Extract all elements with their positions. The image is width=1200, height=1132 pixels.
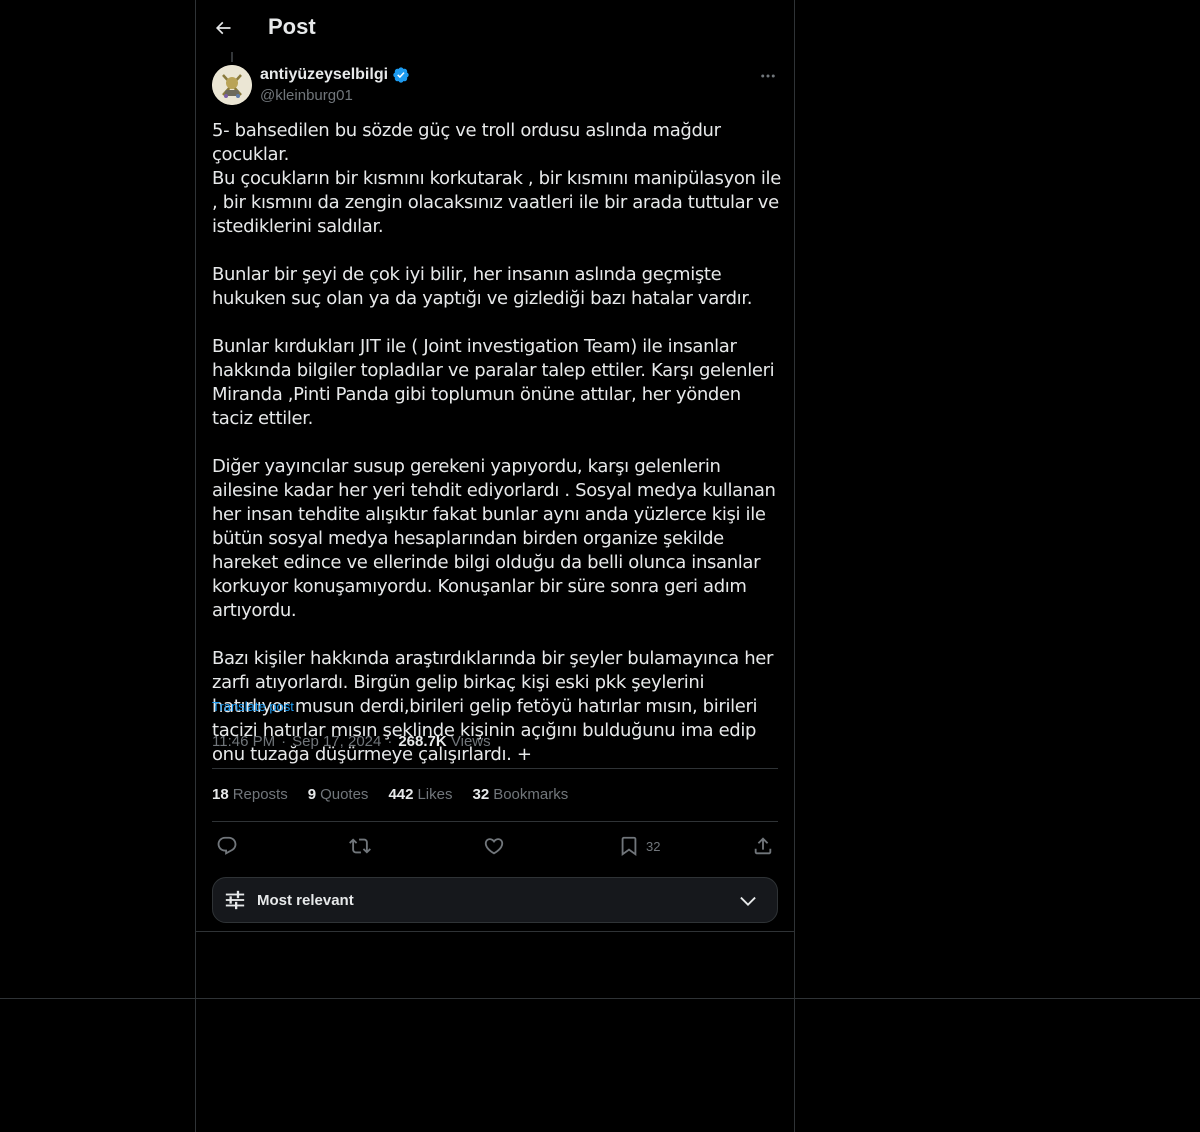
quotes-stat[interactable]: 9 Quotes: [308, 785, 369, 805]
post-paragraph: 5- bahsedilen bu sözde güç ve troll ordu…: [212, 120, 781, 237]
bookmark-icon: [618, 835, 640, 857]
thread-connector-line: [231, 52, 233, 62]
post-meta: 11:46 PM · Sep 17, 2024 · 268.7K Views: [212, 732, 491, 752]
repost-icon: [349, 835, 371, 857]
post-time[interactable]: 11:46 PM: [212, 732, 275, 752]
display-name: antiyüzeyselbilgi: [260, 66, 389, 83]
share-button[interactable]: [752, 834, 774, 858]
share-icon: [752, 835, 774, 857]
bookmarks-label: Bookmarks: [493, 786, 569, 803]
translate-post-link[interactable]: Translate post: [212, 698, 294, 716]
likes-count: 442: [388, 786, 414, 803]
separator-dot: ·: [281, 733, 287, 750]
arrow-left-icon: [213, 18, 233, 38]
views[interactable]: 268.7K Views: [398, 732, 490, 752]
reply-icon: [216, 835, 238, 857]
divider: [212, 768, 778, 769]
reposts-count: 18: [212, 786, 229, 803]
reposts-stat[interactable]: 18 Reposts: [212, 785, 288, 805]
views-label: Views: [450, 733, 491, 750]
author-handle[interactable]: @kleinburg01: [260, 87, 353, 105]
page: Post antiyüzeyselbilgi @kleinburg01 5- b…: [0, 0, 1200, 1132]
quotes-label: Quotes: [320, 786, 369, 803]
post-paragraph: Bunlar bir şeyi de çok iyi bilir, her in…: [212, 264, 753, 309]
divider: [0, 998, 1200, 999]
more-options-button[interactable]: [756, 64, 780, 88]
post-paragraph: Bunlar kırdukları JIT ile ( Joint invest…: [212, 336, 775, 429]
reply-button[interactable]: [216, 834, 238, 858]
post-paragraph: Diğer yayıncılar susup gerekeni yapıyord…: [212, 456, 776, 621]
engagement-stats: 18 Reposts 9 Quotes 442 Likes 32 Bookmarks: [212, 785, 568, 805]
bookmarks-stat[interactable]: 32 Bookmarks: [473, 785, 569, 805]
divider: [212, 821, 778, 822]
likes-stat[interactable]: 442 Likes: [388, 785, 452, 805]
sort-label: Most relevant: [257, 891, 354, 909]
post-date[interactable]: Sep 17, 2024: [292, 732, 381, 752]
more-horizontal-icon: [759, 67, 777, 85]
bookmark-count: 32: [646, 838, 661, 854]
sliders-icon: [223, 888, 247, 912]
divider: [195, 931, 795, 932]
author-name[interactable]: antiyüzeyselbilgi: [260, 65, 410, 85]
back-button[interactable]: [208, 13, 238, 43]
repost-button[interactable]: [349, 834, 371, 858]
avatar[interactable]: [212, 65, 252, 105]
verified-badge-icon: [392, 66, 410, 84]
page-title: Post: [268, 14, 316, 39]
quotes-count: 9: [307, 786, 317, 803]
action-bar: 32: [212, 831, 778, 861]
bookmark-button[interactable]: 32: [618, 834, 660, 858]
likes-label: Likes: [417, 786, 453, 803]
like-button[interactable]: [483, 834, 505, 858]
views-count: 268.7K: [398, 733, 447, 750]
bookmarks-count: 32: [472, 786, 490, 803]
heart-icon: [483, 835, 505, 857]
replies-sort-dropdown[interactable]: Most relevant: [212, 877, 778, 923]
post-text: 5- bahsedilen bu sözde güç ve troll ordu…: [212, 119, 782, 767]
separator-dot: ·: [387, 733, 393, 750]
chevron-down-icon: [737, 890, 759, 912]
reposts-label: Reposts: [232, 786, 288, 803]
